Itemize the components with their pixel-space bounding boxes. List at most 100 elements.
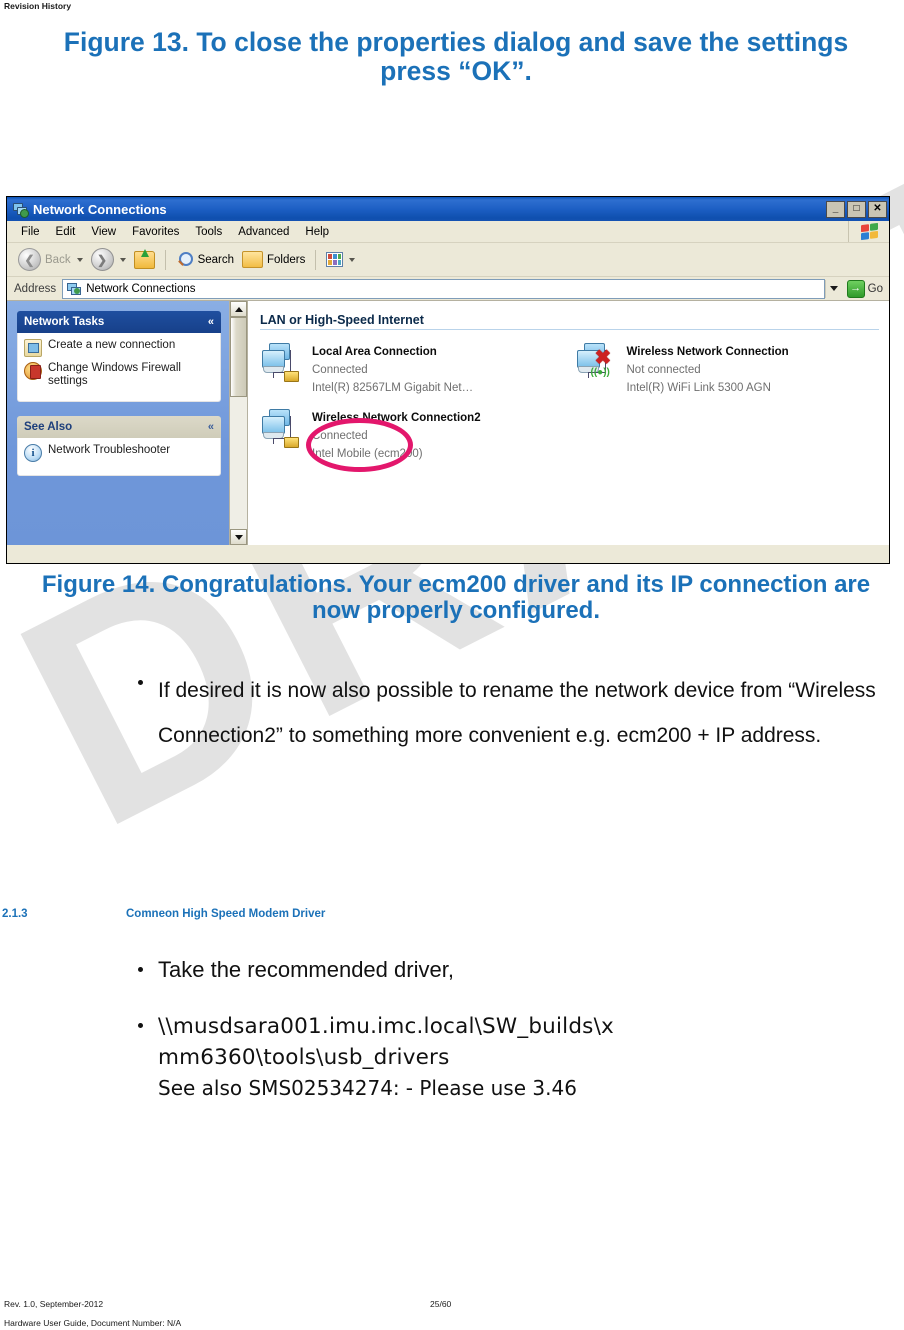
chevron-up-icon[interactable]: « (208, 316, 214, 328)
list-item: Take the recommended driver, (130, 955, 904, 985)
search-button[interactable]: Search (172, 249, 238, 271)
connections-list: LAN or High-Speed Internet Local Area Co… (248, 301, 889, 545)
see-also-title: See Also (24, 421, 73, 434)
back-button[interactable]: ❮ Back (14, 246, 87, 273)
window-title: Network Connections (33, 201, 167, 217)
scrollbar-thumb[interactable] (230, 317, 247, 397)
task-label: Change Windows Firewall settings (48, 362, 181, 388)
views-dropdown-icon[interactable] (349, 257, 356, 262)
window-body: Network Tasks « Create a new connection … (7, 301, 889, 545)
scroll-up-button[interactable] (230, 301, 247, 317)
chevron-down-icon (829, 286, 838, 291)
search-label: Search (197, 253, 235, 266)
task-change-firewall-settings[interactable]: Change Windows Firewall settings (24, 362, 214, 388)
connection-text: Wireless Network Connection Not connecte… (627, 342, 789, 396)
menubar: File Edit View Favorites Tools Advanced … (7, 221, 889, 243)
footer-page-number: 25/60 (430, 1299, 452, 1309)
toolbar: ❮ Back ❯ Search Folders (7, 243, 889, 277)
back-dropdown-icon[interactable] (76, 257, 83, 262)
footer-line-2: Hardware User Guide, Document Number: N/… (0, 1318, 904, 1330)
info-icon: i (24, 444, 42, 463)
connection-device: Intel(R) 82567LM Gigabit Net… (312, 382, 474, 394)
footer-document: Hardware User Guide, Document Number: N/… (4, 1318, 182, 1328)
folders-button[interactable]: Folders (238, 249, 309, 270)
forward-dropdown-icon[interactable] (119, 257, 126, 262)
address-value: Network Connections (86, 282, 196, 295)
search-icon (176, 251, 194, 269)
connection-grid: Local Area Connection Connected Intel(R)… (260, 342, 879, 462)
network-tasks-body: Create a new connection Change Windows F… (17, 333, 221, 403)
network-connections-window: Network Connections _ □ ✕ File Edit View… (6, 196, 890, 564)
connection-item-wireless[interactable]: ✖ ((●)) Wireless Network Connection Not … (575, 342, 880, 396)
go-arrow-icon: → (846, 279, 865, 298)
windows-flag-icon (860, 222, 878, 241)
chevron-up-icon[interactable]: « (208, 421, 214, 433)
see-also-panel: See Also « i Network Troubleshooter (17, 416, 221, 477)
section-title: Comneon High Speed Modem Driver (126, 908, 326, 920)
menu-favorites[interactable]: Favorites (124, 226, 187, 238)
minimize-button[interactable]: _ (826, 200, 845, 218)
menu-edit[interactable]: Edit (48, 226, 84, 238)
network-tasks-header[interactable]: Network Tasks « (17, 311, 221, 333)
task-network-troubleshooter[interactable]: i Network Troubleshooter (24, 444, 214, 463)
firewall-icon (24, 362, 42, 380)
see-also-note: - Please use 3.46 (405, 1076, 577, 1101)
page-header-label: Revision History (4, 1, 72, 11)
address-input[interactable]: Network Connections (62, 278, 825, 299)
close-button[interactable]: ✕ (868, 200, 887, 218)
connection-name: Local Area Connection (312, 346, 437, 358)
task-label: Create a new connection (48, 339, 176, 351)
window-titlebar: Network Connections _ □ ✕ (7, 197, 889, 221)
menu-tools[interactable]: Tools (187, 226, 230, 238)
figure-13-caption: Figure 13. To close the properties dialo… (63, 27, 849, 86)
list-item: If desired it is now also possible to re… (130, 668, 904, 758)
vertical-scrollbar[interactable] (229, 301, 248, 545)
toolbar-separator-1 (164, 249, 166, 270)
connection-status: Not connected (626, 364, 701, 376)
views-icon (326, 252, 344, 267)
figure-14-caption: Figure 14. Congratulations. Your ecm200 … (41, 571, 871, 624)
see-also-body: i Network Troubleshooter (17, 438, 221, 477)
windows-logo (848, 221, 889, 242)
connection-item-wireless2[interactable]: Wireless Network Connection2 Connected I… (260, 408, 565, 462)
back-label: Back (45, 253, 71, 266)
address-dropdown-button[interactable] (824, 279, 842, 298)
network-connections-icon (12, 201, 29, 218)
connection-name: Wireless Network Connection (626, 346, 789, 358)
folder-up-icon (133, 248, 155, 269)
scrollbar-track[interactable] (230, 317, 247, 529)
driver-path-line-2: mm6360\tools\usb_drivers (158, 1044, 450, 1070)
connection-item-local-area[interactable]: Local Area Connection Connected Intel(R)… (260, 342, 565, 396)
group-title: LAN or High-Speed Internet (260, 313, 424, 327)
connection-text: Wireless Network Connection2 Connected I… (312, 408, 481, 462)
folder-icon (242, 251, 264, 268)
menu-view[interactable]: View (83, 226, 124, 238)
connection-device: Intel Mobile (ecm200) (312, 448, 423, 460)
see-also-header[interactable]: See Also « (17, 416, 221, 439)
menu-advanced[interactable]: Advanced (230, 226, 297, 238)
connection-name: Wireless Network Connection2 (312, 412, 481, 424)
views-button[interactable] (322, 250, 359, 269)
network-adapter-icon (260, 408, 304, 450)
up-button[interactable] (130, 248, 159, 271)
task-label: Network Troubleshooter (48, 444, 171, 457)
address-label: Address (14, 282, 57, 295)
task-pane: Network Tasks « Create a new connection … (7, 301, 229, 545)
wireless-adapter-disconnected-icon: ✖ ((●)) (575, 342, 619, 384)
scroll-down-button[interactable] (230, 529, 247, 545)
forward-button[interactable]: ❯ (87, 246, 130, 273)
maximize-button[interactable]: □ (847, 200, 866, 218)
wifi-signal-icon: ((●)) (590, 367, 610, 378)
driver-path-line-1: \\musdsara001.imu.imc.local\SW_builds\x (158, 1013, 614, 1039)
menu-file[interactable]: File (13, 226, 48, 238)
go-label: Go (867, 282, 883, 295)
go-button[interactable]: → Go (846, 279, 883, 298)
menu-help[interactable]: Help (297, 226, 337, 238)
network-tasks-title: Network Tasks (24, 316, 105, 328)
error-x-icon: ✖ (594, 347, 612, 369)
back-arrow-icon: ❮ (18, 248, 41, 271)
footer-line-1: Rev. 1.0, September-2012 25/60 (0, 1299, 904, 1311)
list-item-path: \\musdsara001.imu.imc.local\SW_builds\x … (130, 1011, 904, 1103)
section-number: 2.1.3 (2, 908, 28, 920)
task-create-new-connection[interactable]: Create a new connection (24, 339, 214, 357)
